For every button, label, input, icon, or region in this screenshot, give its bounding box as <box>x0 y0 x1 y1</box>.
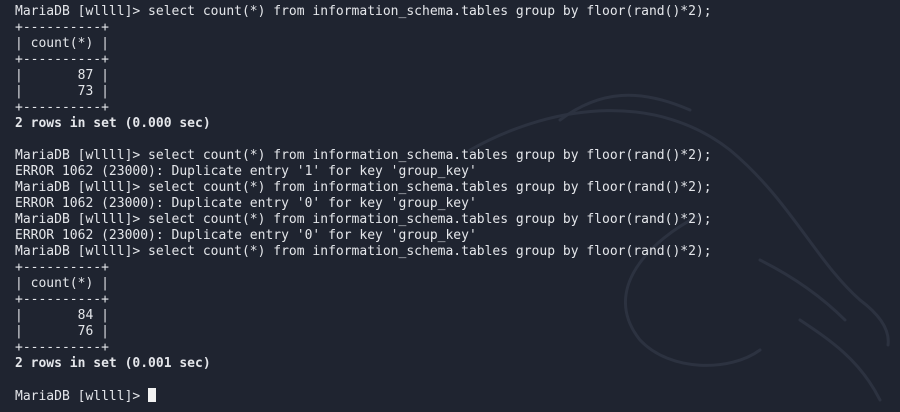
terminal-line: ERROR 1062 (23000): Duplicate entry '1' … <box>15 164 477 179</box>
terminal-line: | count(*) | <box>15 36 109 51</box>
prompt-text: MariaDB [wllll]> <box>15 389 149 404</box>
terminal-line: +----------+ <box>15 260 109 275</box>
terminal-line: +----------+ <box>15 292 109 307</box>
terminal-line: MariaDB [wllll]> select count(*) from in… <box>15 4 712 19</box>
terminal-line: | 84 | <box>15 308 109 323</box>
terminal-line: MariaDB [wllll]> select count(*) from in… <box>15 180 712 195</box>
text-cursor <box>148 388 157 402</box>
terminal-line: MariaDB [wllll]> select count(*) from in… <box>15 148 712 163</box>
terminal-line: +----------+ <box>15 20 109 35</box>
terminal-output: MariaDB [wllll]> select count(*) from in… <box>15 4 712 404</box>
terminal-line: MariaDB [wllll]> select count(*) from in… <box>15 212 712 227</box>
terminal-line: 2 rows in set (0.001 sec) <box>15 356 211 371</box>
terminal-line: ERROR 1062 (23000): Duplicate entry '0' … <box>15 196 477 211</box>
terminal-line: 2 rows in set (0.000 sec) <box>15 116 211 131</box>
terminal-line: | 73 | <box>15 84 109 99</box>
terminal-line: | count(*) | <box>15 276 109 291</box>
terminal-line: MariaDB [wllll]> select count(*) from in… <box>15 244 712 259</box>
terminal-line: +----------+ <box>15 100 109 115</box>
terminal-window[interactable]: MariaDB [wllll]> select count(*) from in… <box>0 0 900 412</box>
terminal-line: +----------+ <box>15 340 109 355</box>
active-prompt-line[interactable]: MariaDB [wllll]> <box>15 388 712 404</box>
terminal-line: ERROR 1062 (23000): Duplicate entry '0' … <box>15 228 477 243</box>
terminal-line: | 76 | <box>15 324 109 339</box>
terminal-line: | 87 | <box>15 68 109 83</box>
terminal-line: +----------+ <box>15 52 109 67</box>
